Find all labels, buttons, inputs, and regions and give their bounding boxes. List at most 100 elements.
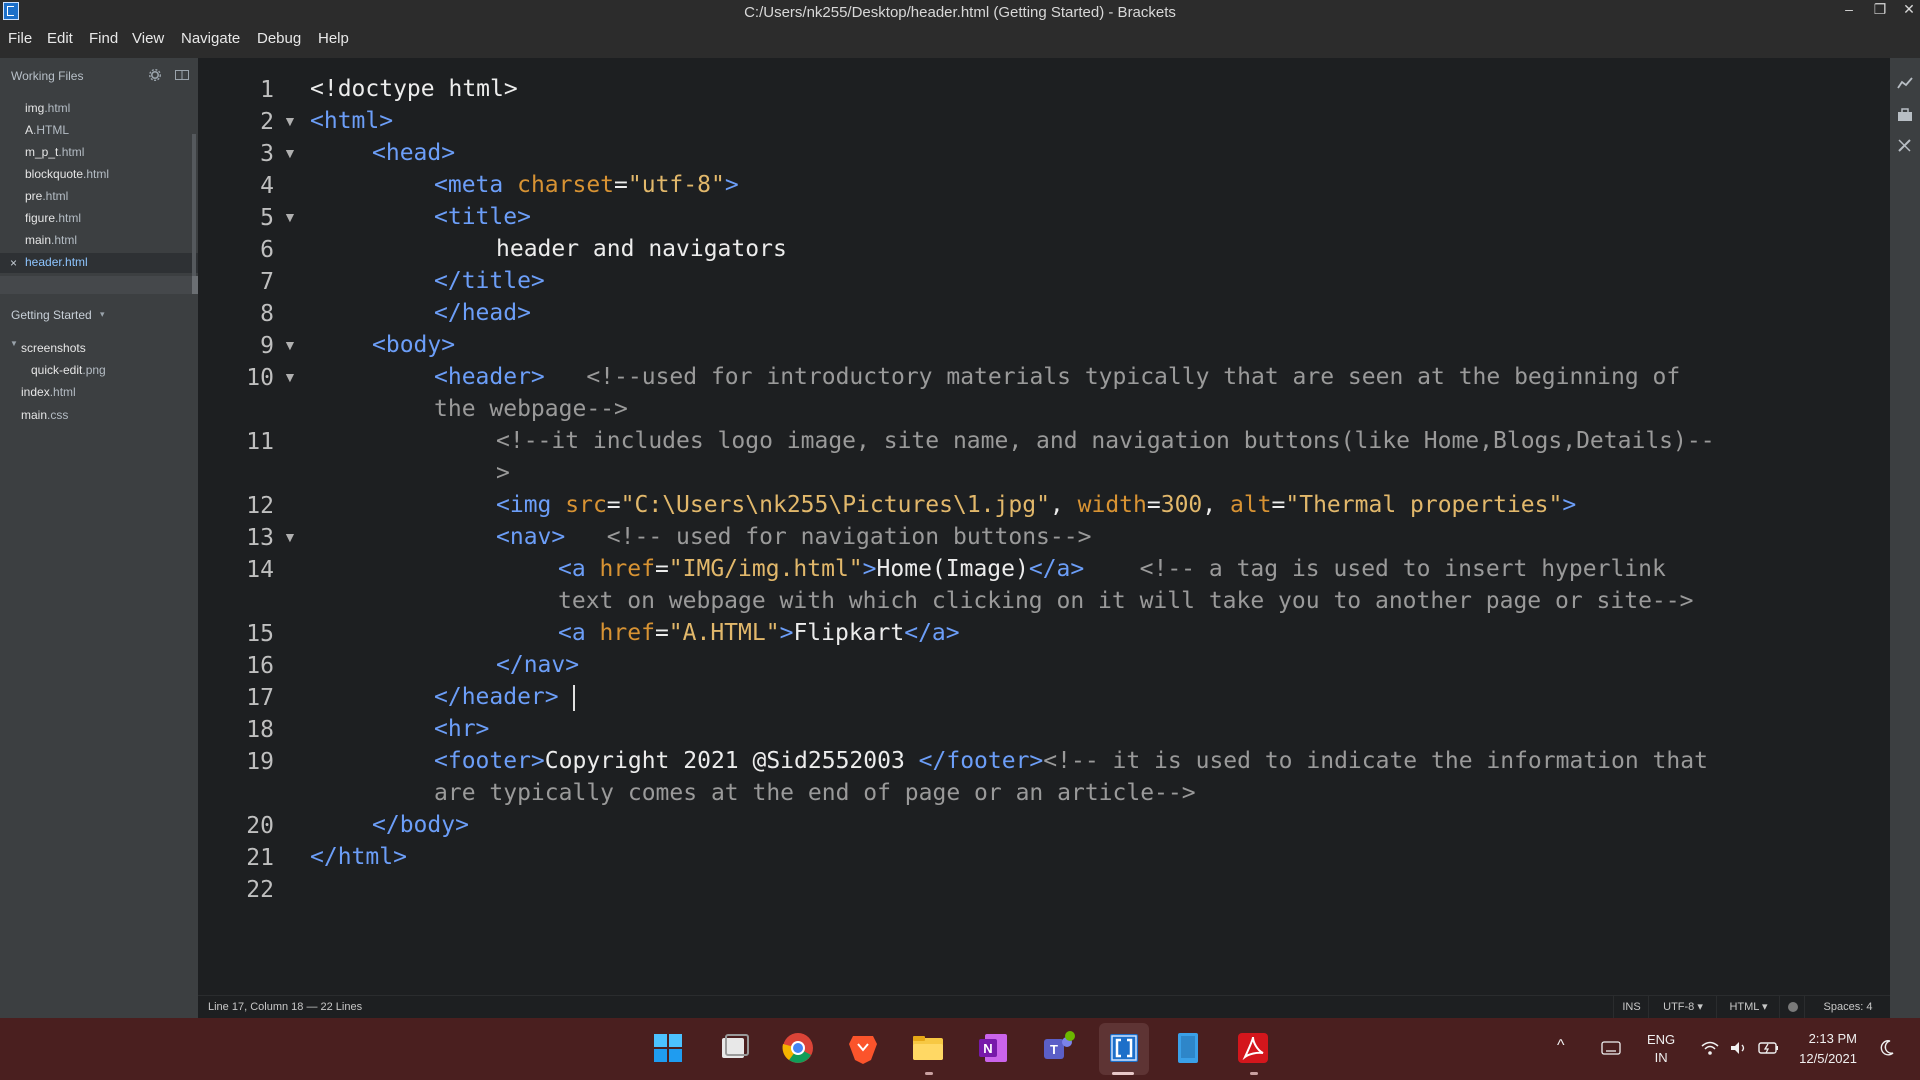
code-token: <!-- used for navigation buttons--> <box>606 524 1092 550</box>
minimize-button[interactable]: – <box>1834 0 1864 22</box>
line-number: 19 <box>246 749 274 775</box>
working-file-item[interactable]: m_p_t.html <box>25 145 84 159</box>
indent-select[interactable]: Spaces: 4 <box>1804 996 1891 1019</box>
code-line[interactable]: </title> <box>434 268 545 294</box>
working-files-scrollbar[interactable] <box>192 134 196 280</box>
insert-mode-indicator[interactable]: INS <box>1613 996 1649 1019</box>
tray-overflow-chevron-icon[interactable]: ^ <box>1557 1037 1565 1055</box>
working-file-item-active[interactable]: header.html <box>25 255 88 269</box>
tree-folder-item[interactable]: screenshots <box>21 341 86 355</box>
clock[interactable]: 2:13 PM 12/5/2021 <box>1797 1029 1857 1069</box>
fold-arrow-icon[interactable]: ▼ <box>283 337 297 353</box>
tools-icon[interactable] <box>1897 138 1913 152</box>
chrome-icon[interactable] <box>780 1030 816 1066</box>
windows-start-icon[interactable] <box>650 1030 686 1066</box>
code-line[interactable]: </header> <box>434 684 559 710</box>
wifi-icon[interactable] <box>1700 1040 1720 1056</box>
code-line[interactable]: <meta charset="utf-8"> <box>434 172 739 198</box>
code-line[interactable]: <body> <box>372 332 455 358</box>
code-line-wrap[interactable]: are typically comes at the end of page o… <box>434 780 1196 806</box>
code-line[interactable]: <hr> <box>434 716 489 742</box>
notification-moon-icon[interactable] <box>1879 1039 1895 1057</box>
code-line[interactable]: header and navigators <box>496 236 787 262</box>
menu-edit[interactable]: Edit <box>47 30 73 47</box>
tree-file-item[interactable]: quick-edit.png <box>31 363 106 377</box>
fold-arrow-icon[interactable]: ▼ <box>283 113 297 129</box>
tree-file-item[interactable]: index.html <box>21 385 76 399</box>
code-line[interactable]: <header> <!--used for introductory mater… <box>434 364 1680 390</box>
split-view-icon[interactable] <box>175 70 189 80</box>
code-line[interactable]: <nav> <!-- used for navigation buttons--… <box>496 524 1091 550</box>
brave-icon[interactable] <box>845 1030 881 1066</box>
language-indicator[interactable]: ENG IN <box>1647 1031 1675 1067</box>
restore-button[interactable]: ❐ <box>1865 0 1895 22</box>
working-file-item[interactable]: figure.html <box>25 211 81 225</box>
code-line[interactable]: <a href="A.HTML">Flipkart</a> <box>558 620 960 646</box>
working-file-item[interactable]: blockquote.html <box>25 167 109 181</box>
working-file-item[interactable]: A.HTML <box>25 123 69 137</box>
code-token: = <box>1271 492 1286 518</box>
menu-find[interactable]: Find <box>89 30 118 47</box>
files-icon[interactable] <box>1170 1030 1206 1066</box>
close-window-button[interactable]: ✕ <box>1894 0 1920 22</box>
code-token: "utf-8" <box>627 172 725 198</box>
working-file-item[interactable]: pre.html <box>25 189 68 203</box>
project-title[interactable]: Getting Started <box>11 308 92 322</box>
code-line[interactable]: </nav> <box>496 652 579 678</box>
code-line[interactable]: </body> <box>372 812 469 838</box>
task-view-icon[interactable] <box>716 1030 752 1066</box>
language-select[interactable]: HTML ▾ <box>1716 996 1780 1019</box>
code-token: 300 <box>1160 492 1203 518</box>
project-dropdown-icon[interactable]: ▾ <box>100 309 105 320</box>
code-line[interactable]: <img src="C:\Users\nk255\Pictures\1.jpg"… <box>496 492 1576 518</box>
code-line[interactable]: <title> <box>434 204 531 230</box>
gear-icon[interactable] <box>149 69 161 81</box>
file-explorer-icon[interactable] <box>910 1030 946 1066</box>
keyboard-icon[interactable] <box>1601 1041 1621 1055</box>
code-line[interactable]: <html> <box>310 108 393 134</box>
code-line[interactable]: <!doctype html> <box>310 76 518 102</box>
tree-file-item[interactable]: main.css <box>21 408 68 422</box>
fold-arrow-icon[interactable]: ▼ <box>283 209 297 225</box>
menu-help[interactable]: Help <box>318 30 349 47</box>
close-file-icon[interactable]: × <box>10 256 17 270</box>
battery-icon[interactable] <box>1758 1040 1780 1056</box>
code-line[interactable]: <footer>Copyright 2021 @Sid2552003 </foo… <box>434 748 1708 774</box>
code-line[interactable]: </head> <box>434 300 531 326</box>
teams-icon[interactable]: T <box>1040 1030 1076 1066</box>
code-token: <!-- it is used to indicate the informat… <box>1043 748 1708 774</box>
code-token: </a> <box>1028 556 1085 582</box>
code-line[interactable]: <head> <box>372 140 455 166</box>
onenote-icon[interactable]: N <box>975 1030 1011 1066</box>
fold-arrow-icon[interactable]: ▼ <box>283 529 297 545</box>
code-token: Copyright 2021 @Sid2552003 <box>544 748 919 774</box>
code-token: <body> <box>372 332 456 358</box>
live-preview-icon[interactable] <box>1897 76 1913 90</box>
linter-status[interactable] <box>1779 996 1805 1019</box>
file-name: screenshots <box>21 341 86 355</box>
volume-icon[interactable] <box>1729 1040 1749 1056</box>
folder-caret-icon[interactable]: ▼ <box>10 339 18 348</box>
code-line[interactable]: <a href="IMG/img.html">Home(Image)</a> <… <box>558 556 1666 582</box>
working-file-item[interactable]: main.html <box>25 233 77 247</box>
extension-manager-icon[interactable] <box>1897 108 1913 122</box>
code-line-wrap[interactable]: text on webpage with which clicking on i… <box>558 588 1693 614</box>
fold-arrow-icon[interactable]: ▼ <box>283 145 297 161</box>
code-line-wrap[interactable]: the webpage--> <box>434 396 628 422</box>
code-token: "C:\Users\nk255\Pictures\1.jpg" <box>620 492 1050 518</box>
code-line[interactable]: <!--it includes logo image, site name, a… <box>496 428 1715 454</box>
code-line-wrap[interactable]: > <box>496 460 510 486</box>
code-token: = <box>614 172 628 198</box>
working-file-item[interactable]: img.html <box>25 101 70 115</box>
code-line[interactable]: </html> <box>310 844 407 870</box>
encoding-select[interactable]: UTF-8 ▾ <box>1648 996 1717 1019</box>
brackets-icon[interactable] <box>1106 1030 1142 1066</box>
line-number: 11 <box>246 429 274 455</box>
menu-view[interactable]: View <box>132 30 164 47</box>
acrobat-icon[interactable] <box>1235 1030 1271 1066</box>
menu-navigate[interactable]: Navigate <box>181 30 240 47</box>
fold-arrow-icon[interactable]: ▼ <box>283 369 297 385</box>
sidebar-divider <box>0 276 192 294</box>
menu-debug[interactable]: Debug <box>257 30 301 47</box>
menu-file[interactable]: File <box>8 30 32 47</box>
